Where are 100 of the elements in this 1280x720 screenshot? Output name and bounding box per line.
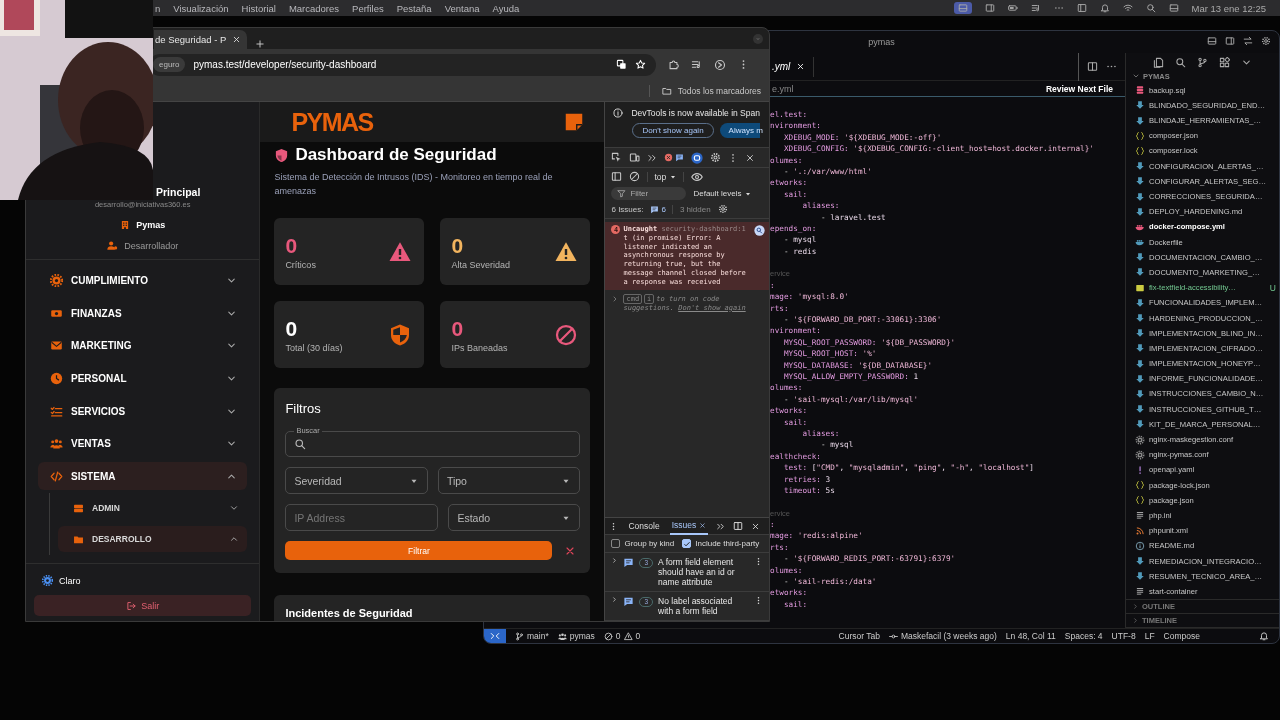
select-field[interactable]: Estado [448,504,581,531]
security-chip[interactable]: eguro [153,57,186,72]
problems-status[interactable]: 0 0 [603,631,641,641]
profile-icon[interactable] [714,58,726,71]
drawer-tab[interactable]: Console [626,517,662,535]
menu-item[interactable]: Visualización [173,2,229,14]
menu-item[interactable]: Pestaña [396,2,432,14]
extensions-icon[interactable] [668,59,679,70]
theme-toggle[interactable]: Claro [34,572,252,595]
nav-item[interactable]: MARKETING [38,331,248,360]
menu-item[interactable]: n [155,2,161,14]
sidebar-icon[interactable] [611,171,623,182]
star-icon[interactable] [635,59,646,70]
branch-status[interactable]: main* [515,631,549,641]
settings-icon[interactable] [1261,36,1271,46]
chevron-icon [1132,72,1140,80]
browser-tab[interactable]: de Seguridad - P [154,30,247,49]
filters-title: Filtros [285,401,322,416]
error-icon[interactable] [664,153,674,162]
breadcrumb[interactable]: e.yml [772,83,794,94]
levels-dropdown[interactable]: Default levels [693,189,753,198]
branch-icon[interactable] [1197,56,1208,68]
search-icon[interactable] [1175,56,1186,68]
bell-icon[interactable] [1099,3,1110,13]
select-field[interactable]: Severidad [285,467,428,494]
settings-icon[interactable] [717,204,728,214]
menu-item[interactable]: Perfiles [352,2,384,14]
search-icon[interactable] [1145,3,1156,13]
insight-icon[interactable] [754,225,765,236]
new-tab-icon[interactable] [255,39,265,49]
checkbox[interactable] [611,539,621,548]
filter-field[interactable]: Filter [611,187,687,200]
status-item[interactable]: Compose [1163,631,1200,641]
nav-item[interactable]: FINANZAS [38,299,248,328]
device-icon[interactable] [629,152,641,163]
close-icon[interactable] [232,35,241,44]
status-item[interactable]: UTF-8 [1111,631,1136,641]
input-field[interactable]: IP Address [285,504,439,531]
ban-icon [554,322,579,347]
panel-icon[interactable] [1076,3,1087,13]
translate-icon[interactable] [616,59,627,70]
media-icon[interactable] [691,59,702,70]
incidents-title: Incidentes de Seguridad [285,607,413,619]
select-field[interactable]: Tipo [437,467,581,494]
status-item[interactable]: Spaces: 4 [1064,631,1103,641]
download-arrow-icon [1135,571,1145,582]
toggle-icon[interactable] [1168,3,1179,13]
battery-icon[interactable] [1007,3,1018,13]
close-icon[interactable] [796,62,806,71]
menu-item[interactable]: Ventana [444,2,480,14]
swap-icon[interactable] [1243,36,1253,46]
remote-button[interactable] [484,628,506,643]
branch-icon [515,631,524,641]
nav-item[interactable]: PERSONAL [38,364,248,393]
menu-item[interactable]: Ayuda [492,2,520,14]
dock-icon[interactable] [733,521,744,531]
status-item[interactable]: Maskefacil (3 weeks ago) [888,631,997,641]
braces-icon [1135,130,1145,141]
menu-item[interactable]: Historial [241,2,276,14]
media-icon[interactable] [1030,3,1041,13]
issues-link[interactable]: 6 [650,204,673,214]
clear-icon[interactable] [629,171,641,182]
inspect-icon[interactable] [611,152,623,163]
status-item[interactable]: LF [1144,631,1155,641]
users-icon [50,437,63,451]
close-icon[interactable] [751,521,761,531]
status-item[interactable]: Cursor Tab [838,631,880,641]
review-button[interactable]: Review Next File [1045,83,1113,94]
folder-icon[interactable] [661,85,672,96]
panel-icon[interactable] [1225,36,1235,46]
layout-icon[interactable] [1207,36,1217,46]
nav-item[interactable]: SISTEMA [38,462,248,491]
more-tabs-icon[interactable] [716,521,726,531]
editor-tab[interactable]: .yml [770,56,815,77]
message-icon[interactable] [675,153,685,162]
status-item[interactable]: Ln 48, Col 11 [1005,631,1056,641]
checkbox[interactable] [682,539,692,548]
nav-item[interactable]: SERVICIOS [38,397,248,426]
menu-item[interactable]: Marcadores [288,2,340,14]
bell-icon[interactable] [1259,631,1269,641]
nav-item[interactable]: VENTAS [38,429,248,458]
split-icon[interactable] [1087,61,1098,72]
bookmarks-folder[interactable]: Todos los marcadores [677,85,761,96]
wifi-icon[interactable] [1122,3,1133,13]
status-item[interactable] [953,2,972,14]
settings-icon[interactable] [710,152,722,163]
layout-icon[interactable] [984,3,995,13]
nav-subitem[interactable]: DESARROLLO [58,526,248,553]
nav-subitem[interactable]: ADMIN [58,495,248,522]
files-icon[interactable] [1153,56,1164,68]
project-status[interactable]: pymas [557,631,595,641]
close-icon[interactable] [745,152,756,163]
drawer-tab[interactable]: Issues [669,517,709,535]
nav-item[interactable]: CUMPLIMIENTO [38,266,248,295]
assistant-icon[interactable] [691,151,704,164]
logout-button[interactable]: Salir [34,595,252,616]
eye-icon[interactable] [691,170,704,183]
context-selector[interactable]: top [647,171,685,182]
more-tabs-icon[interactable] [647,152,658,163]
extensions-icon[interactable] [1219,56,1230,68]
